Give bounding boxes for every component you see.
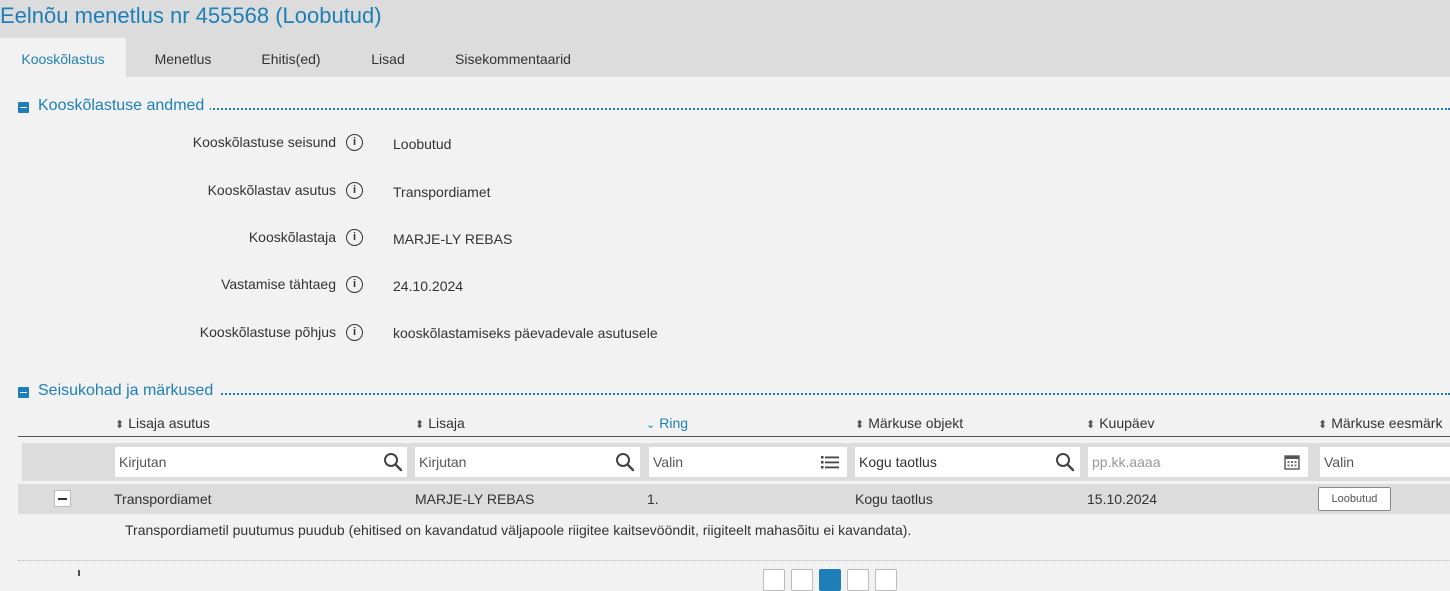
field-label-pohjus: Kooskõlastuse põhjus [199, 324, 336, 340]
tab-sisekommentaarid[interactable]: Sisekommentaarid [440, 38, 586, 77]
tab-kooskolastus[interactable]: Kooskõlastus [0, 38, 126, 77]
pager-next-button[interactable] [847, 569, 869, 591]
page-header: Eelnõu menetlus nr 455568 (Loobutud) Koo… [0, 0, 1450, 77]
cell-lisaja-asutus: Transpordiamet [114, 491, 212, 507]
info-icon[interactable]: i [346, 229, 363, 246]
section-header-seisukohad: Seisukohad ja märkused [18, 382, 1450, 402]
sort-icon: ⬍ [415, 419, 425, 431]
cell-markuse-objekt: Kogu taotlus [855, 491, 933, 507]
collapse-icon[interactable] [18, 387, 29, 398]
search-icon[interactable] [1054, 451, 1076, 473]
field-value-asutus: Transpordiamet [393, 184, 491, 200]
pager-prev-button[interactable] [791, 569, 813, 591]
remark-comment: Transpordiametil puutumus puudub (ehitis… [125, 522, 912, 538]
field-label-asutus: Kooskõlastav asutus [207, 182, 336, 198]
table-row[interactable] [18, 484, 1450, 514]
column-header-kuupaev[interactable]: ⬍ Kuupäev [1086, 415, 1155, 431]
section-title: Seisukohad ja märkused [38, 382, 220, 400]
sort-icon: ⬍ [1318, 419, 1328, 431]
filter-markuse-objekt-input[interactable] [855, 447, 1080, 477]
cell-ring: 1. [647, 491, 659, 507]
search-icon[interactable] [614, 451, 636, 473]
section-header-kooskolastuse-andmed: Kooskõlastuse andmed [18, 97, 1450, 117]
column-header-lisaja-asutus[interactable]: ⬍ Lisaja asutus [115, 415, 210, 431]
pager-first-button[interactable] [763, 569, 785, 591]
column-header-lisaja[interactable]: ⬍ Lisaja [415, 415, 465, 431]
info-icon[interactable]: i [346, 182, 363, 199]
filter-ring-select[interactable] [649, 447, 847, 477]
field-label-tahtaeg: Vastamise tähtaeg [221, 276, 336, 292]
page-size-indicator [78, 570, 80, 576]
search-icon[interactable] [382, 451, 404, 473]
section-title: Kooskõlastuse andmed [38, 97, 211, 115]
tab-lisad[interactable]: Lisad [352, 38, 424, 77]
tab-ehitised[interactable]: Ehitis(ed) [246, 38, 336, 77]
field-value-pohjus: kooskõlastamiseks päevadevale asutusele [393, 325, 658, 341]
pager-current-page[interactable] [819, 569, 841, 591]
info-icon[interactable]: i [346, 276, 363, 293]
section-divider [38, 393, 1450, 395]
column-header-eesmark[interactable]: ⬍ Märkuse eesmärk [1318, 415, 1442, 431]
cell-lisaja: MARJE-LY REBAS [415, 491, 535, 507]
filter-lisaja-asutus-input[interactable] [115, 447, 407, 477]
chevron-down-icon: ⌄ [646, 419, 656, 431]
list-icon[interactable] [819, 451, 841, 473]
field-value-kooskolastaja: MARJE-LY REBAS [393, 231, 513, 247]
collapse-row-icon[interactable] [54, 490, 71, 507]
field-value-seisund: Loobutud [393, 136, 452, 152]
filter-lisaja-input[interactable] [415, 447, 640, 477]
info-icon[interactable]: i [346, 134, 363, 151]
calendar-icon[interactable] [1281, 451, 1303, 473]
tab-menetlus[interactable]: Menetlus [136, 38, 230, 77]
field-label-kooskolastaja: Kooskõlastaja [248, 229, 336, 245]
sort-icon: ⬍ [1086, 419, 1096, 431]
page-title: Eelnõu menetlus nr 455568 (Loobutud) [0, 3, 382, 28]
column-header-ring[interactable]: ⌄ Ring [646, 415, 688, 431]
filter-eesmark-select[interactable] [1320, 447, 1450, 477]
filter-kuupaev-input[interactable] [1088, 447, 1308, 477]
pager-last-button[interactable] [875, 569, 897, 591]
header-divider [18, 436, 1450, 437]
sort-icon: ⬍ [855, 419, 865, 431]
field-label-seisund: Kooskõlastuse seisund [192, 134, 336, 150]
sort-icon: ⬍ [115, 419, 125, 431]
status-badge: Loobutud [1318, 487, 1391, 511]
cell-kuupaev: 15.10.2024 [1087, 491, 1158, 507]
section-divider [38, 108, 1450, 110]
collapse-icon[interactable] [18, 102, 29, 113]
field-value-tahtaeg: 24.10.2024 [393, 278, 464, 294]
row-divider [18, 560, 1450, 561]
info-icon[interactable]: i [346, 324, 363, 341]
column-header-markuse-objekt[interactable]: ⬍ Märkuse objekt [855, 415, 963, 431]
